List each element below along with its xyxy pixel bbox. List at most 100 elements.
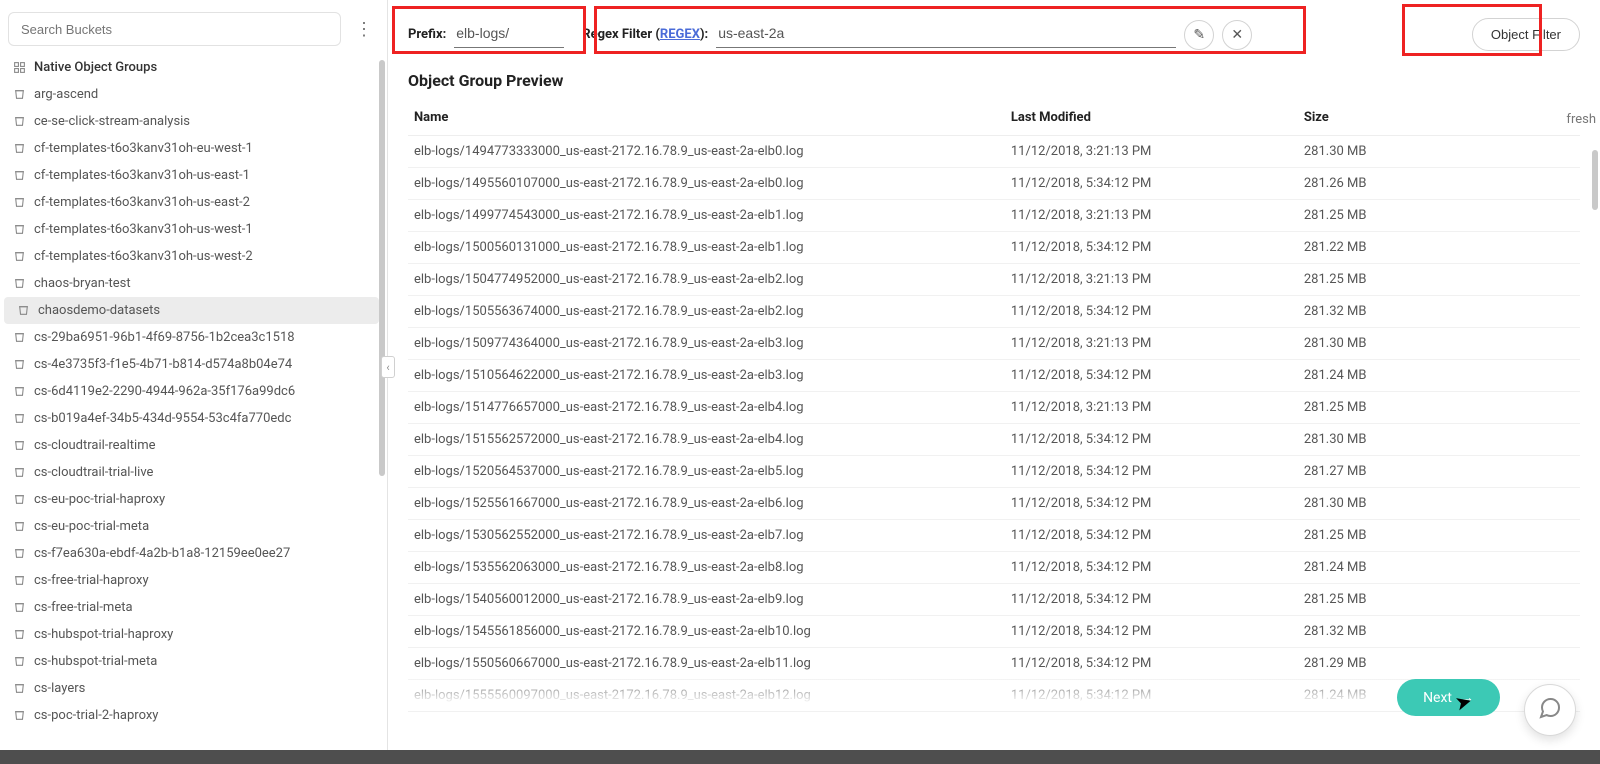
prefix-group: Prefix: — [408, 21, 564, 48]
col-modified-header[interactable]: Last Modified — [1005, 104, 1298, 136]
regex-help-link[interactable]: REGEX — [660, 27, 700, 42]
collapse-sidebar-handle[interactable]: ‹ — [381, 356, 395, 378]
table-row[interactable]: elb-logs/1530562552000_us-east-2172.16.7… — [408, 520, 1580, 552]
cell-modified: 11/12/2018, 5:34:12 PM — [1005, 232, 1298, 264]
regex-input[interactable] — [716, 21, 1176, 48]
table-row[interactable]: elb-logs/1545561856000_us-east-2172.16.7… — [408, 616, 1580, 648]
cell-name: elb-logs/1504774952000_us-east-2172.16.7… — [408, 264, 1005, 296]
table-row[interactable]: elb-logs/1514776657000_us-east-2172.16.7… — [408, 392, 1580, 424]
bucket-list[interactable]: Native Object Groups arg-ascend ce-se-cli… — [0, 54, 387, 764]
close-icon: ✕ — [1231, 27, 1243, 43]
bucket-item-label: cs-cloudtrail-trial-live — [34, 465, 153, 480]
table-row[interactable]: elb-logs/1500560131000_us-east-2172.16.7… — [408, 232, 1580, 264]
cell-modified: 11/12/2018, 5:34:12 PM — [1005, 552, 1298, 584]
main-scrollbar-thumb[interactable] — [1592, 150, 1598, 210]
cell-name: elb-logs/1509774364000_us-east-2172.16.7… — [408, 328, 1005, 360]
table-row[interactable]: elb-logs/1525561667000_us-east-2172.16.7… — [408, 488, 1580, 520]
table-row[interactable]: elb-logs/1495560107000_us-east-2172.16.7… — [408, 168, 1580, 200]
bucket-item[interactable]: cs-free-trial-meta — [0, 594, 383, 621]
col-name-header[interactable]: Name — [408, 104, 1005, 136]
regex-label: Regex Filter (REGEX): — [582, 27, 708, 42]
cell-name: elb-logs/1495560107000_us-east-2172.16.7… — [408, 168, 1005, 200]
bucket-item-label: cs-29ba6951-96b1-4f69-8756-1b2cea3c1518 — [34, 330, 295, 345]
col-size-header[interactable]: Size — [1298, 104, 1580, 136]
cell-name: elb-logs/1525561667000_us-east-2172.16.7… — [408, 488, 1005, 520]
chevron-left-icon: ‹ — [386, 361, 389, 374]
bucket-item[interactable]: chaos-bryan-test — [0, 270, 383, 297]
more-vertical-icon: ⋮ — [355, 19, 373, 40]
bucket-icon — [12, 223, 26, 237]
bucket-icon — [12, 196, 26, 210]
table-row[interactable]: elb-logs/1540560012000_us-east-2172.16.7… — [408, 584, 1580, 616]
bucket-icon — [12, 250, 26, 264]
bucket-item[interactable]: cs-b019a4ef-34b5-434d-9554-53c4fa770edc — [0, 405, 383, 432]
chat-icon — [1538, 696, 1562, 724]
bucket-item-label: cs-6d4119e2-2290-4944-962a-35f176a99dc6 — [34, 384, 295, 399]
search-input[interactable] — [8, 12, 341, 46]
prefix-label: Prefix: — [408, 27, 446, 42]
table-row[interactable]: elb-logs/1515562572000_us-east-2172.16.7… — [408, 424, 1580, 456]
table-row[interactable]: elb-logs/1499774543000_us-east-2172.16.7… — [408, 200, 1580, 232]
chat-widget-button[interactable] — [1524, 684, 1576, 736]
next-button[interactable]: Next → — [1397, 679, 1500, 716]
bucket-item[interactable]: cf-templates-t6o3kanv31oh-us-west-1 — [0, 216, 383, 243]
bucket-item[interactable]: chaosdemo-datasets — [4, 297, 379, 324]
table-row[interactable]: elb-logs/1550560667000_us-east-2172.16.7… — [408, 648, 1580, 680]
cell-size: 281.32 MB — [1298, 616, 1580, 648]
bucket-item-label: cs-cloudtrail-realtime — [34, 438, 156, 453]
bucket-item-label: cs-f7ea630a-ebdf-4a2b-b1a8-12159ee0ee27 — [34, 546, 290, 561]
cell-size: 281.30 MB — [1298, 328, 1580, 360]
bucket-item[interactable]: cs-free-trial-haproxy — [0, 567, 383, 594]
bucket-item[interactable]: cf-templates-t6o3kanv31oh-us-west-2 — [0, 243, 383, 270]
bucket-item[interactable]: cf-templates-t6o3kanv31oh-eu-west-1 — [0, 135, 383, 162]
bucket-item[interactable]: arg-ascend — [0, 81, 383, 108]
bucket-icon — [12, 493, 26, 507]
bucket-item[interactable]: cs-29ba6951-96b1-4f69-8756-1b2cea3c1518 — [0, 324, 383, 351]
bucket-item[interactable]: cf-templates-t6o3kanv31oh-us-east-2 — [0, 189, 383, 216]
bucket-item-label: arg-ascend — [34, 87, 98, 102]
clear-filter-button[interactable]: ✕ — [1222, 20, 1252, 50]
cell-name: elb-logs/1505563674000_us-east-2172.16.7… — [408, 296, 1005, 328]
cell-modified: 11/12/2018, 3:21:13 PM — [1005, 392, 1298, 424]
bucket-item[interactable]: cs-f7ea630a-ebdf-4a2b-b1a8-12159ee0ee27 — [0, 540, 383, 567]
bucket-item[interactable]: cs-4e3735f3-f1e5-4b71-b814-d574a8b04e74 — [0, 351, 383, 378]
bucket-item[interactable]: cs-hubspot-trial-haproxy — [0, 621, 383, 648]
bucket-item[interactable]: cf-templates-t6o3kanv31oh-us-east-1 — [0, 162, 383, 189]
native-object-groups[interactable]: Native Object Groups — [0, 54, 383, 81]
table-row[interactable]: elb-logs/1504774952000_us-east-2172.16.7… — [408, 264, 1580, 296]
bucket-item[interactable]: cs-eu-poc-trial-haproxy — [0, 486, 383, 513]
object-filter-button[interactable]: Object Filter — [1472, 18, 1580, 51]
bucket-item[interactable]: cs-cloudtrail-realtime — [0, 432, 383, 459]
sidebar-scrollbar[interactable] — [377, 60, 385, 754]
table-row[interactable]: elb-logs/1535562063000_us-east-2172.16.7… — [408, 552, 1580, 584]
table-row[interactable]: elb-logs/1505563674000_us-east-2172.16.7… — [408, 296, 1580, 328]
bucket-item-label: cs-hubspot-trial-haproxy — [34, 627, 173, 642]
bucket-item[interactable]: cs-eu-poc-trial-meta — [0, 513, 383, 540]
bucket-item[interactable]: ce-se-click-stream-analysis — [0, 108, 383, 135]
bucket-item[interactable]: cs-poc-trial-2-haproxy — [0, 702, 383, 729]
cell-size: 281.26 MB — [1298, 168, 1580, 200]
bucket-item-label: cf-templates-t6o3kanv31oh-us-west-2 — [34, 249, 253, 264]
bucket-item[interactable]: cs-6d4119e2-2290-4944-962a-35f176a99dc6 — [0, 378, 383, 405]
bucket-item[interactable]: cs-hubspot-trial-meta — [0, 648, 383, 675]
bucket-icon — [12, 385, 26, 399]
bucket-item-label: cs-b019a4ef-34b5-434d-9554-53c4fa770edc — [34, 411, 291, 426]
bucket-item[interactable]: cs-cloudtrail-trial-live — [0, 459, 383, 486]
bucket-icon — [12, 682, 26, 696]
cell-name: elb-logs/1500560131000_us-east-2172.16.7… — [408, 232, 1005, 264]
table-body-scroll[interactable]: elb-logs/1494773333000_us-east-2172.16.7… — [408, 136, 1580, 764]
prefix-input[interactable] — [454, 21, 564, 48]
cell-size: 281.29 MB — [1298, 648, 1580, 680]
cell-modified: 11/12/2018, 5:34:12 PM — [1005, 168, 1298, 200]
bucket-icon — [12, 169, 26, 183]
table-row[interactable]: elb-logs/1494773333000_us-east-2172.16.7… — [408, 136, 1580, 168]
cell-name: elb-logs/1550560667000_us-east-2172.16.7… — [408, 648, 1005, 680]
bucket-icon — [12, 358, 26, 372]
table-row[interactable]: elb-logs/1510564622000_us-east-2172.16.7… — [408, 360, 1580, 392]
bucket-icon — [12, 331, 26, 345]
table-row[interactable]: elb-logs/1509774364000_us-east-2172.16.7… — [408, 328, 1580, 360]
bucket-item[interactable]: cs-layers — [0, 675, 383, 702]
more-menu-button[interactable]: ⋮ — [351, 16, 377, 42]
edit-filter-button[interactable]: ✎ — [1184, 20, 1214, 50]
table-row[interactable]: elb-logs/1520564537000_us-east-2172.16.7… — [408, 456, 1580, 488]
